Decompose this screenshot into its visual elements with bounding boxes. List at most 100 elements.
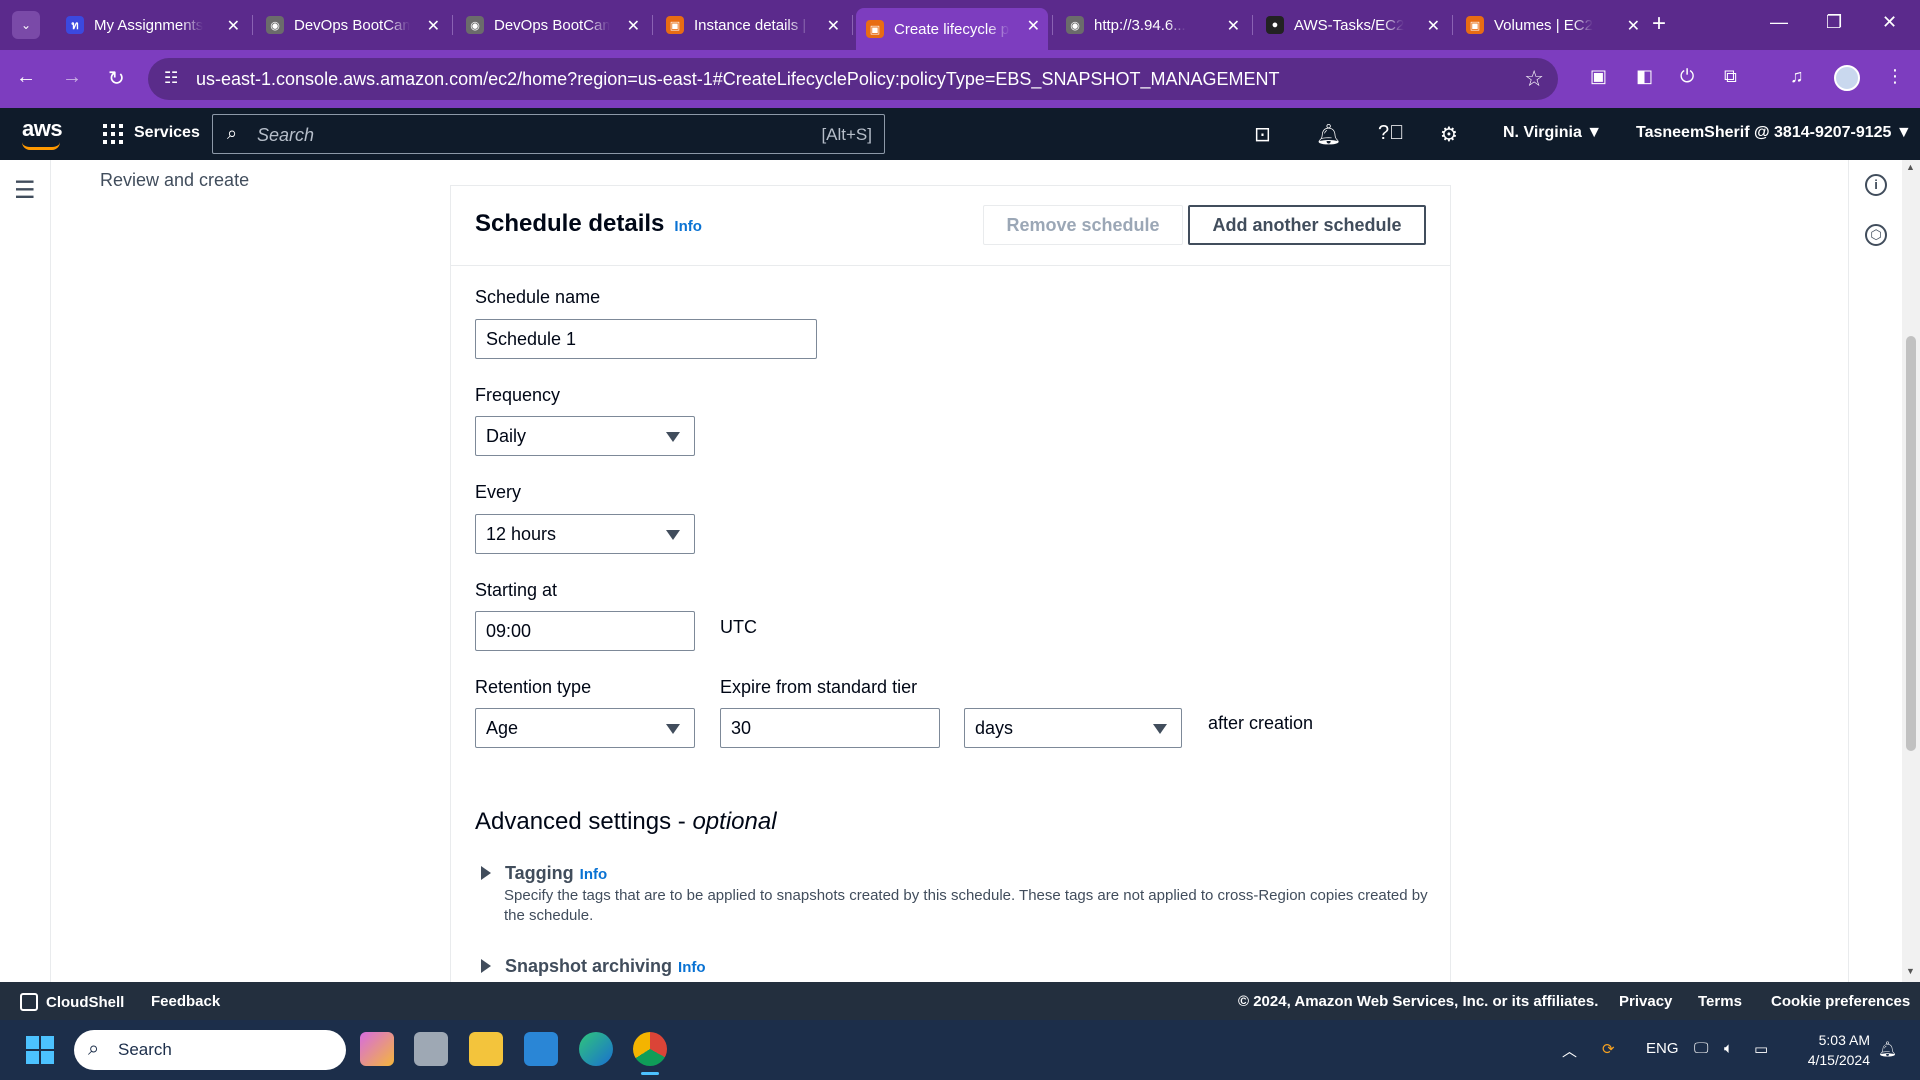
close-tab-icon[interactable]: ✕ <box>627 16 640 36</box>
network-icon[interactable]: 🖵︎ <box>1694 1040 1708 1057</box>
scroll-up-icon[interactable]: ▲ <box>1906 162 1915 172</box>
services-grid-icon[interactable] <box>103 124 123 144</box>
aws-search-input[interactable]: ⌕ Search [Alt+S] <box>212 114 885 154</box>
url-text[interactable]: us-east-1.console.aws.amazon.com/ec2/hom… <box>196 69 1279 90</box>
profile-avatar[interactable] <box>1834 65 1860 91</box>
browser-tab[interactable]: ◉ DevOps BootCamp ✕ <box>456 8 648 42</box>
snapshot-archiving-expander[interactable]: Snapshot archiving Info <box>481 956 706 977</box>
add-another-schedule-button[interactable]: Add another schedule <box>1188 205 1426 245</box>
bookmark-star-icon[interactable]: ☆ <box>1524 66 1544 92</box>
system-clock[interactable]: 5:03 AM 4/15/2024 <box>1800 1030 1870 1070</box>
edge-browser-icon[interactable] <box>579 1032 613 1066</box>
privacy-link[interactable]: Privacy <box>1619 993 1672 1010</box>
chrome-browser-icon[interactable] <box>633 1032 667 1066</box>
search-shortcut-hint: [Alt+S] <box>821 125 872 144</box>
close-tab-icon[interactable]: ✕ <box>427 16 440 36</box>
region-selector[interactable]: N. Virginia ▼ <box>1503 124 1602 142</box>
cookie-preferences-link[interactable]: Cookie preferences <box>1771 993 1910 1010</box>
volume-icon[interactable]: 🔈︎ <box>1724 1040 1733 1057</box>
mail-app-icon[interactable] <box>524 1032 558 1066</box>
new-tab-button[interactable]: + <box>1652 12 1666 36</box>
tagging-info-link[interactable]: Info <box>580 866 608 883</box>
caret-down-icon <box>1153 724 1167 734</box>
menu-hamburger-icon[interactable]: ☰ <box>14 176 36 205</box>
clock-date: 4/15/2024 <box>1807 1052 1870 1068</box>
language-indicator[interactable]: ENG <box>1646 1040 1679 1057</box>
cloudshell-footer-button[interactable]: CloudShell <box>20 993 124 1011</box>
retention-type-label: Retention type <box>475 677 592 697</box>
tagging-expander[interactable]: Tagging Info <box>481 863 607 884</box>
starting-at-input[interactable]: 09:00 <box>475 611 695 651</box>
restore-icon[interactable]: ❐ <box>1826 12 1842 33</box>
windows-start-icon[interactable] <box>26 1036 54 1064</box>
snapshot-archiving-label: Snapshot archiving <box>505 956 673 976</box>
close-tab-icon[interactable]: ✕ <box>1027 16 1040 36</box>
schedule-name-input[interactable]: Schedule 1 <box>475 319 817 359</box>
file-explorer-icon[interactable] <box>469 1032 503 1066</box>
frequency-select[interactable]: Daily <box>475 416 695 456</box>
forward-icon[interactable]: → <box>62 66 82 89</box>
scroll-down-icon[interactable]: ▼ <box>1906 966 1915 976</box>
every-select[interactable]: 12 hours <box>475 514 695 554</box>
task-view-icon[interactable] <box>414 1032 448 1066</box>
tab-separator <box>452 15 453 35</box>
settings-gear-icon[interactable]: ⚙ <box>1440 122 1458 147</box>
address-bar[interactable]: ☷ us-east-1.console.aws.amazon.com/ec2/h… <box>148 58 1558 100</box>
services-menu-button[interactable]: Services <box>134 124 200 142</box>
every-label: Every <box>475 482 522 502</box>
site-info-icon[interactable]: ☷ <box>164 68 178 88</box>
close-tab-icon[interactable]: ✕ <box>227 16 240 36</box>
expire-value-input[interactable]: 30 <box>720 708 940 748</box>
info-panel-icon[interactable]: i <box>1865 174 1887 196</box>
copilot-app-icon[interactable] <box>360 1032 394 1066</box>
tagging-label: Tagging <box>505 863 574 883</box>
help-icon[interactable]: ?⃝ <box>1378 122 1404 145</box>
schedule-info-link[interactable]: Info <box>674 218 702 235</box>
cloudshell-icon[interactable]: ⊡ <box>1254 122 1271 147</box>
reload-icon[interactable]: ↻ <box>108 66 125 91</box>
cast-icon[interactable]: ▣ <box>1590 66 1607 87</box>
media-control-icon[interactable]: ♫ <box>1790 66 1804 87</box>
sync-status-icon[interactable]: ⟳ <box>1602 1040 1615 1058</box>
battery-icon[interactable]: ▭ <box>1754 1040 1768 1058</box>
close-tab-icon[interactable]: ✕ <box>827 16 840 36</box>
every-value: 12 hours <box>486 524 557 544</box>
tab-favicon-icon: ◉ <box>466 16 484 34</box>
feedback-link[interactable]: Feedback <box>151 993 220 1010</box>
notifications-icon[interactable]: 🔔︎ <box>1878 1040 1897 1058</box>
browser-tab[interactable]: ▣ Volumes | EC2 ✕ <box>1456 8 1648 42</box>
close-tab-icon[interactable]: ✕ <box>1227 16 1240 36</box>
page-scrollbar[interactable]: ▲ ▼ <box>1902 160 1920 982</box>
active-app-indicator <box>641 1072 659 1075</box>
power-extension-icon[interactable]: ⏻ <box>1680 66 1694 87</box>
snapshot-archiving-info-link[interactable]: Info <box>678 959 706 976</box>
close-window-icon[interactable]: ✕ <box>1882 12 1897 33</box>
remove-schedule-button[interactable]: Remove schedule <box>983 205 1183 245</box>
browser-tab[interactable]: ▣ Create lifecycle policy ✕ <box>856 8 1048 50</box>
browser-tab[interactable]: ● AWS-Tasks/EC2 ✕ <box>1256 8 1448 42</box>
close-tab-icon[interactable]: ✕ <box>1427 16 1440 36</box>
browser-tab[interactable]: ท My Assignments ✕ <box>56 8 248 42</box>
retention-type-select[interactable]: Age <box>475 708 695 748</box>
caret-down-icon <box>666 530 680 540</box>
browser-tab[interactable]: ◉ http://3.94.6... ✕ <box>1056 8 1248 42</box>
taskbar-search[interactable]: ⌕ Search <box>74 1030 346 1070</box>
tab-search-menu-button[interactable]: ⌄ <box>12 11 40 39</box>
screenshot-extension-icon[interactable]: ◧ <box>1636 66 1653 87</box>
notifications-bell-icon[interactable]: 🔔︎ <box>1316 122 1341 147</box>
wizard-step-review-and-create[interactable]: Review and create <box>100 170 249 191</box>
help-panel-icon[interactable]: ⬡ <box>1865 224 1887 246</box>
terms-link[interactable]: Terms <box>1698 993 1742 1010</box>
scrollbar-thumb[interactable] <box>1906 336 1916 751</box>
browser-tab[interactable]: ▣ Instance details | EC2 ✕ <box>656 8 848 42</box>
account-menu[interactable]: TasneemSherif @ 3814-9207-9125 ▼ <box>1636 124 1912 142</box>
aws-logo[interactable]: aws <box>22 116 63 142</box>
chrome-menu-icon[interactable]: ⋮ <box>1886 66 1904 87</box>
browser-tab[interactable]: ◉ DevOps BootCamp ✕ <box>256 8 448 42</box>
show-hidden-icons-icon[interactable]: ︿ <box>1562 1040 1577 1061</box>
minimize-icon[interactable]: — <box>1770 12 1788 33</box>
close-tab-icon[interactable]: ✕ <box>1627 16 1640 36</box>
expire-unit-select[interactable]: days <box>964 708 1182 748</box>
extensions-puzzle-icon[interactable]: ⧉ <box>1724 66 1737 87</box>
back-icon[interactable]: ← <box>16 66 36 89</box>
